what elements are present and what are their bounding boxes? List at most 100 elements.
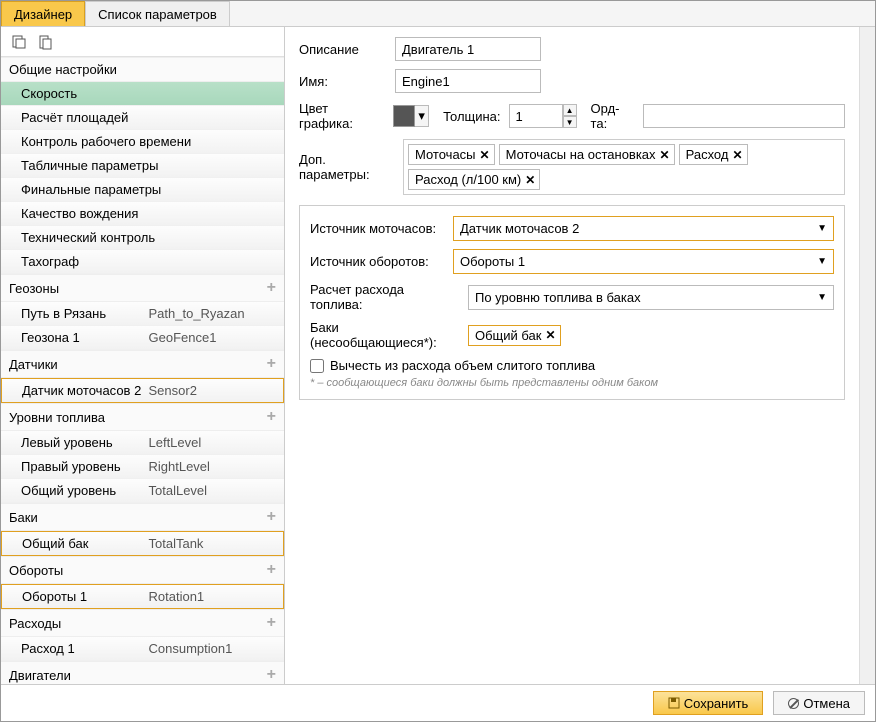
src-rpm-select[interactable]: Обороты 1 ▼ <box>453 249 834 274</box>
chip-label: Моточасы на остановках <box>506 147 656 162</box>
save-button[interactable]: Сохранить <box>653 691 764 715</box>
chip-motohours[interactable]: Моточасы✕ <box>408 144 495 165</box>
group-label: Датчики <box>9 357 58 372</box>
group-label: Общие настройки <box>9 62 117 77</box>
item-rpm1[interactable]: Обороты 1Rotation1 <box>1 584 284 609</box>
tab-params[interactable]: Список параметров <box>85 1 230 26</box>
group-general-settings: Общие настройки <box>1 57 284 82</box>
chevron-down-icon: ▼ <box>817 256 827 267</box>
item-fl-right[interactable]: Правый уровеньRightLevel <box>1 455 284 479</box>
plus-icon[interactable]: + <box>267 561 276 579</box>
plus-icon[interactable]: + <box>267 614 276 632</box>
plus-icon[interactable]: + <box>267 508 276 526</box>
thickness-input[interactable] <box>509 104 563 128</box>
item-gz-zone[interactable]: Геозона 1GeoFence1 <box>1 326 284 350</box>
item-label: Расход 1 <box>21 641 149 656</box>
scrollbar[interactable] <box>859 27 875 684</box>
fuel-calc-select[interactable]: По уровню топлива в баках▼ <box>468 285 834 310</box>
ord-label: Орд-та: <box>591 101 636 131</box>
color-dropdown[interactable]: ▾ <box>415 105 429 127</box>
item-area-calc[interactable]: Расчёт площадей <box>1 106 284 130</box>
spin-up-icon[interactable]: ▲ <box>563 104 577 116</box>
item-final[interactable]: Финальные параметры <box>1 178 284 202</box>
item-tabular[interactable]: Табличные параметры <box>1 154 284 178</box>
sidebar-toolbar <box>1 27 284 57</box>
button-label: Сохранить <box>684 696 749 711</box>
close-icon[interactable]: ✕ <box>480 148 490 162</box>
chip-consump-100[interactable]: Расход (л/100 км)✕ <box>408 169 540 190</box>
item-tank-total[interactable]: Общий бакTotalTank <box>1 531 284 556</box>
desc-input[interactable] <box>395 37 541 61</box>
chips-container[interactable]: Моточасы✕ Моточасы на остановках ✕ Расход… <box>403 139 845 195</box>
close-icon[interactable]: ✕ <box>732 148 742 162</box>
color-swatch[interactable] <box>393 105 415 127</box>
item-fl-total[interactable]: Общий уровеньTotalLevel <box>1 479 284 503</box>
copy-icon[interactable] <box>9 32 29 52</box>
tab-designer[interactable]: Дизайнер <box>1 1 85 26</box>
select-value: Обороты 1 <box>460 254 525 269</box>
desc-label: Описание <box>299 42 387 57</box>
item-id: Rotation1 <box>149 589 276 604</box>
src-hours-select[interactable]: Датчик моточасов 2▼ <box>453 216 834 241</box>
item-id: Path_to_Ryazan <box>149 306 277 321</box>
spin-down-icon[interactable]: ▼ <box>563 116 577 128</box>
item-id: GeoFence1 <box>149 330 277 345</box>
group-label: Двигатели <box>9 668 71 683</box>
item-id: Consumption1 <box>149 641 277 656</box>
plus-icon[interactable]: + <box>267 355 276 373</box>
close-icon[interactable]: ✕ <box>660 148 670 162</box>
sidebar: Общие настройки Скорость Расчёт площадей… <box>1 27 285 684</box>
chip-label: Расход <box>686 147 729 162</box>
item-label: Обороты 1 <box>22 589 149 604</box>
item-tech[interactable]: Технический контроль <box>1 226 284 250</box>
chevron-down-icon: ▼ <box>817 292 827 303</box>
group-sensors: Датчики + <box>1 350 284 378</box>
item-id: LeftLevel <box>149 435 277 450</box>
item-label: Общий бак <box>22 536 149 551</box>
item-work-time[interactable]: Контроль рабочего времени <box>1 130 284 154</box>
chip-tank[interactable]: Общий бак ✕ <box>468 325 561 346</box>
form-panel: Описание Имя: Цвет графика: ▾ Толщина: ▲ <box>285 27 859 684</box>
item-speed[interactable]: Скорость <box>1 82 284 106</box>
item-label: Качество вождения <box>21 206 276 221</box>
group-label: Расходы <box>9 616 61 631</box>
item-label: Финальные параметры <box>21 182 276 197</box>
close-icon[interactable]: ✕ <box>545 328 555 342</box>
checkbox-label: Вычесть из расхода объем слитого топлива <box>330 358 595 373</box>
close-icon[interactable]: ✕ <box>525 173 535 187</box>
plus-icon[interactable]: + <box>267 666 276 684</box>
group-label: Уровни топлива <box>9 410 105 425</box>
cancel-button[interactable]: Отмена <box>773 691 865 715</box>
item-sensor-hours[interactable]: Датчик моточасов 2Sensor2 <box>1 378 284 403</box>
item-label: Скорость <box>21 86 276 101</box>
item-driving[interactable]: Качество вождения <box>1 202 284 226</box>
chevron-down-icon: ▼ <box>817 223 827 234</box>
plus-icon[interactable]: + <box>267 408 276 426</box>
item-label: Путь в Рязань <box>21 306 149 321</box>
item-label: Тахограф <box>21 254 276 269</box>
ord-input[interactable] <box>643 104 845 128</box>
group-fuel-levels: Уровни топлива + <box>1 403 284 431</box>
src-hours-label: Источник моточасов: <box>310 221 445 236</box>
item-label: Общий уровень <box>21 483 149 498</box>
item-label: Датчик моточасов 2 <box>22 383 149 398</box>
chip-label: Общий бак <box>475 328 541 343</box>
fuel-calc-label: Расчет расхода топлива: <box>310 282 460 312</box>
chip-consump[interactable]: Расход✕ <box>679 144 748 165</box>
plus-icon[interactable]: + <box>267 279 276 297</box>
item-gz-path[interactable]: Путь в РязаньPath_to_Ryazan <box>1 302 284 326</box>
src-rpm-label: Источник оборотов: <box>310 254 445 269</box>
group-rpm: Обороты + <box>1 556 284 584</box>
name-label: Имя: <box>299 74 387 89</box>
item-tacho[interactable]: Тахограф <box>1 250 284 274</box>
name-input[interactable] <box>395 69 541 93</box>
group-label: Геозоны <box>9 281 59 296</box>
subtract-checkbox[interactable] <box>310 359 324 373</box>
item-cons1[interactable]: Расход 1Consumption1 <box>1 637 284 661</box>
chip-motohours-stop[interactable]: Моточасы на остановках ✕ <box>499 144 675 165</box>
engine-section: Источник моточасов: Датчик моточасов 2▼ … <box>299 205 845 400</box>
item-label: Контроль рабочего времени <box>21 134 276 149</box>
paste-icon[interactable] <box>35 32 55 52</box>
group-label: Обороты <box>9 563 63 578</box>
item-fl-left[interactable]: Левый уровеньLeftLevel <box>1 431 284 455</box>
